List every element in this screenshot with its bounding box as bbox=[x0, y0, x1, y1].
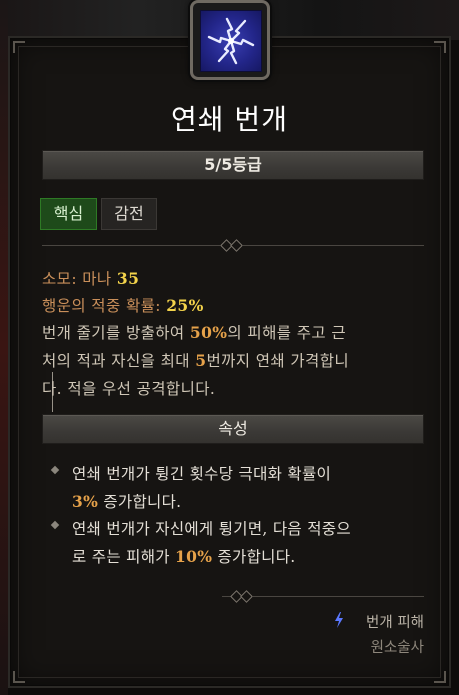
corner-ornament bbox=[434, 41, 446, 53]
mana-cost: 소모: 마나 35 bbox=[42, 269, 140, 288]
tag-shock: 감전 bbox=[101, 198, 157, 230]
property-line: 연쇄 번개가 튕긴 횟수당 극대화 확률이 bbox=[72, 465, 332, 483]
property-line: 연쇄 번개가 자신에게 튕기면, 다음 적중으 bbox=[72, 520, 351, 538]
section-divider bbox=[42, 590, 424, 603]
property-line: 3% 증가합니다. bbox=[72, 492, 182, 511]
text-cursor bbox=[52, 372, 53, 412]
lightning-bolt-icon bbox=[334, 612, 344, 628]
skill-title: 연쇄 번개 bbox=[171, 103, 288, 136]
description-line: 다. 적을 우선 공격합니다. bbox=[42, 380, 216, 398]
description-line: 번개 줄기를 방출하여 50%의 피해를 주고 근 bbox=[42, 323, 347, 342]
property-line: 로 주는 피해가 10% 증가합니다. bbox=[72, 547, 296, 566]
skill-rank-bar: 5/5등급 bbox=[42, 150, 424, 180]
corner-ornament bbox=[434, 671, 446, 683]
class-name: 원소술사 bbox=[370, 640, 424, 656]
lucky-hit-chance: 행운의 적중 확률: 25% bbox=[42, 296, 204, 315]
damage-type: 번개 피해 bbox=[366, 615, 424, 631]
properties-header: 속성 bbox=[42, 414, 424, 444]
chain-lightning-icon bbox=[200, 10, 262, 72]
section-divider bbox=[42, 239, 424, 252]
skill-icon-frame bbox=[190, 0, 270, 80]
tag-core: 핵심 bbox=[40, 198, 97, 230]
corner-ornament bbox=[13, 41, 25, 53]
corner-ornament bbox=[13, 671, 25, 683]
description-line: 처의 적과 자신을 최대 5번까지 연쇄 가격합니 bbox=[42, 351, 350, 370]
